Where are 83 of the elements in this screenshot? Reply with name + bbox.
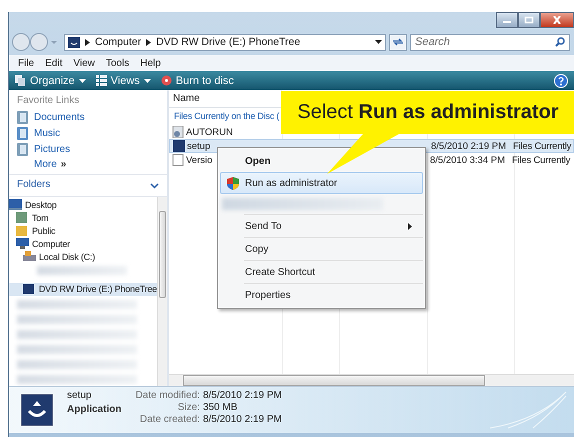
breadcrumb-arrow-icon [85,38,90,46]
toolbar-button[interactable]: Views [96,74,151,86]
help-icon[interactable] [554,74,568,88]
drive-icon [23,284,36,295]
vertical-scrollbar[interactable] [157,197,167,386]
decorative-swoosh-icon [488,390,568,430]
file-type: Application [67,404,122,415]
property-value: 350 MB [202,402,238,413]
chevron-icon[interactable] [150,182,159,188]
disk-icon [23,251,36,262]
user-icon [16,212,29,223]
picture-icon [17,143,28,156]
tree-item[interactable]: DVD RW Drive (E:) PhoneTree [9,283,157,296]
setup-icon [21,394,53,426]
maximize-button[interactable] [518,12,540,28]
folder-icon [16,225,29,236]
property-label: Date created: [138,414,200,425]
dropdown-icon[interactable] [375,40,382,44]
menu-item[interactable]: Tools [106,58,130,68]
property-value: 8/5/2010 2:19 PM [202,414,282,425]
favorite-link[interactable]: Documents [34,112,85,123]
menu-item[interactable]: File [18,58,34,68]
refresh-icon [392,37,404,47]
tree-item[interactable]: Local Disk (C:) [9,251,157,262]
caret-icon [144,78,151,82]
file-name[interactable]: setup [173,140,210,152]
tree-item[interactable]: Tom [9,212,157,223]
music-note-icon [17,127,28,140]
section-heading: Folders [17,179,50,190]
monitor-icon [16,238,29,249]
menu-item[interactable]: Copy [220,238,423,260]
menu-item[interactable]: Help [140,58,161,68]
menu-item[interactable]: View [73,58,95,68]
drive-icon [68,36,80,48]
property-label: Date modified: [135,390,200,401]
group-header[interactable]: Files Currently on the Disc ( [174,111,280,125]
favorite-link[interactable]: Music [34,128,60,139]
caret-icon [78,78,86,82]
submenu-arrow-icon [408,222,412,230]
search-field[interactable]: Search [410,34,570,50]
favorite-link[interactable]: Pictures [34,144,70,155]
views-grid-icon [96,75,107,86]
menu-item[interactable]: Create Shortcut [220,261,423,283]
search-icon[interactable] [555,37,565,47]
minimize-button[interactable] [496,12,518,28]
date-modified: 8/5/2010 3:34 PM [430,154,505,166]
text-file-icon [172,154,184,166]
address-bar[interactable]: Computer DVD RW Drive (E:) PhoneTree [64,34,386,50]
breadcrumb[interactable]: DVD RW Drive (E:) PhoneTree [156,36,300,48]
menu-item[interactable]: Properties [220,284,423,306]
setup-icon [173,140,185,152]
desktop-icon [9,199,22,210]
refresh-button[interactable] [389,34,407,50]
menu-item[interactable]: Edit [45,58,62,68]
more-link[interactable]: More [34,159,57,170]
shield-icon [227,176,239,190]
double-chevron-icon[interactable]: » [60,159,66,170]
property-value: 8/5/2010 2:19 PM [202,390,282,401]
horizontal-scrollbar[interactable] [169,374,574,386]
tree-item[interactable]: Desktop [9,199,157,210]
folder-name: Files Currently [512,154,570,166]
breadcrumb[interactable]: Computer [95,36,142,48]
tree-item[interactable]: Computer [9,238,157,249]
file-name: setup [67,390,92,401]
disc-icon [160,75,172,86]
file-name[interactable]: AUTORUN [172,126,233,138]
pages-icon [15,75,26,86]
breadcrumb-arrow-icon [146,38,152,46]
menu-item[interactable]: Send To [220,215,423,237]
folder-name: Files Currently [513,140,572,152]
property-label: Size: [176,402,200,413]
close-button[interactable] [540,12,574,28]
document-icon [17,111,28,124]
toolbar-button[interactable]: Burn to disc [160,74,234,86]
section-heading: Favorite Links [17,95,80,106]
toolbar-button[interactable]: Organize [15,74,86,86]
file-name[interactable]: Versio [172,154,212,166]
tree-item[interactable]: Public [9,225,157,236]
menu-item[interactable]: Open [220,150,423,172]
date-modified: 8/5/2010 2:19 PM [431,140,506,152]
maximize-icon [524,16,534,24]
close-icon [552,16,562,24]
menu-item[interactable]: Run as administrator [220,172,423,194]
